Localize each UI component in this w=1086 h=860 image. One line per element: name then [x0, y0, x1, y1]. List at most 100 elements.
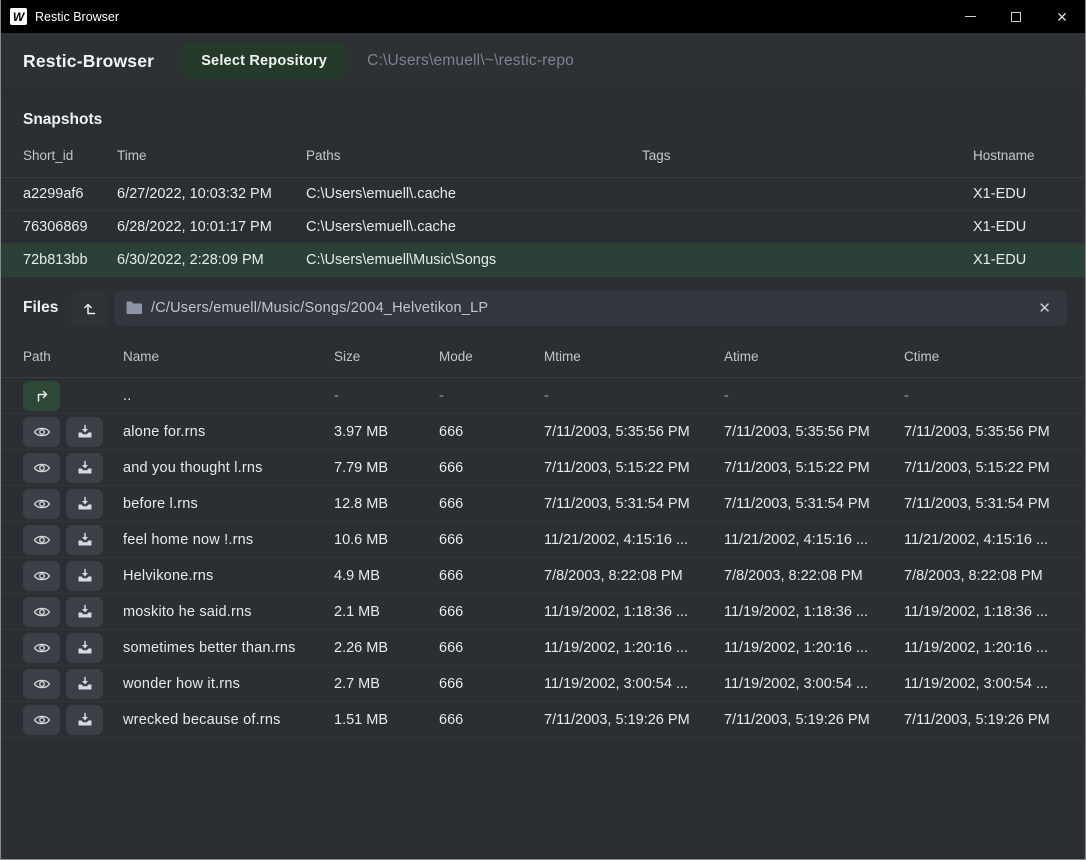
- file-size: 10.6 MB: [334, 532, 439, 548]
- file-mtime: 11/19/2002, 1:18:36 ...: [544, 604, 724, 620]
- file-atime: 11/19/2002, 1:18:36 ...: [724, 604, 904, 620]
- preview-file-button[interactable]: [23, 633, 60, 663]
- download-file-button[interactable]: [66, 525, 103, 555]
- snapshot-row[interactable]: a2299af6 6/27/2022, 10:03:32 PM C:\Users…: [1, 178, 1085, 211]
- preview-file-button[interactable]: [23, 489, 60, 519]
- file-atime: 7/11/2003, 5:31:54 PM: [724, 496, 904, 512]
- preview-file-button[interactable]: [23, 561, 60, 591]
- file-mode: 666: [439, 712, 544, 728]
- select-repository-button[interactable]: Select Repository: [182, 43, 346, 79]
- file-row[interactable]: sometimes better than.rns 2.26 MB 666 11…: [1, 630, 1085, 666]
- file-mode: 666: [439, 460, 544, 476]
- snapshot-row[interactable]: 72b813bb 6/30/2022, 2:28:09 PM C:\Users\…: [1, 244, 1085, 277]
- file-mode: 666: [439, 496, 544, 512]
- download-icon: [77, 460, 93, 475]
- file-mode: 666: [439, 568, 544, 584]
- file-row[interactable]: and you thought l.rns 7.79 MB 666 7/11/2…: [1, 450, 1085, 486]
- parent-directory-row[interactable]: .. - - - - -: [1, 378, 1085, 414]
- file-mtime: 7/11/2003, 5:15:22 PM: [544, 460, 724, 476]
- file-name: moskito he said.rns: [123, 604, 334, 620]
- files-table-header: Path Name Size Mode Mtime Atime Ctime: [1, 336, 1085, 378]
- file-size: 12.8 MB: [334, 496, 439, 512]
- files-path-bar[interactable]: /C/Users/emuell/Music/Songs/2004_Helveti…: [114, 291, 1067, 326]
- download-icon: [77, 424, 93, 439]
- file-size: 4.9 MB: [334, 568, 439, 584]
- file-atime: 7/11/2003, 5:19:26 PM: [724, 712, 904, 728]
- file-row[interactable]: moskito he said.rns 2.1 MB 666 11/19/200…: [1, 594, 1085, 630]
- download-file-button[interactable]: [66, 597, 103, 627]
- snapshot-time: 6/28/2022, 10:01:17 PM: [117, 219, 306, 235]
- snapshot-hostname: X1-EDU: [973, 219, 1063, 235]
- file-ctime: 7/11/2003, 5:31:54 PM: [904, 496, 1063, 512]
- snapshots-heading: Snapshots: [1, 90, 1085, 133]
- file-mtime: 7/11/2003, 5:19:26 PM: [544, 712, 724, 728]
- file-atime: 7/11/2003, 5:35:56 PM: [724, 424, 904, 440]
- download-file-button[interactable]: [66, 453, 103, 483]
- files-col-size: Size: [334, 349, 439, 364]
- close-button[interactable]: ✕: [1039, 0, 1085, 33]
- file-row[interactable]: alone for.rns 3.97 MB 666 7/11/2003, 5:3…: [1, 414, 1085, 450]
- preview-file-button[interactable]: [23, 453, 60, 483]
- file-row[interactable]: wrecked because of.rns 1.51 MB 666 7/11/…: [1, 702, 1085, 738]
- file-name: and you thought l.rns: [123, 460, 334, 476]
- file-atime: 7/11/2003, 5:15:22 PM: [724, 460, 904, 476]
- snapshot-row[interactable]: 76306869 6/28/2022, 10:01:17 PM C:\Users…: [1, 211, 1085, 244]
- preview-file-button[interactable]: [23, 525, 60, 555]
- download-file-button[interactable]: [66, 705, 103, 735]
- download-icon: [77, 604, 93, 619]
- parent-directory-ctime: -: [904, 388, 1063, 404]
- preview-file-button[interactable]: [23, 597, 60, 627]
- file-row[interactable]: before l.rns 12.8 MB 666 7/11/2003, 5:31…: [1, 486, 1085, 522]
- clear-path-icon[interactable]: ✕: [1034, 297, 1055, 319]
- snapshots-table-header: Short_id Time Paths Tags Hostname: [1, 133, 1085, 178]
- files-bar: Files /C/Users/emuell/Music/Songs/2004_H…: [1, 290, 1085, 326]
- file-size: 7.79 MB: [334, 460, 439, 476]
- minimize-button[interactable]: [947, 0, 993, 33]
- maximize-button[interactable]: [993, 0, 1039, 33]
- file-mtime: 7/11/2003, 5:35:56 PM: [544, 424, 724, 440]
- file-mtime: 7/8/2003, 8:22:08 PM: [544, 568, 724, 584]
- download-icon: [77, 640, 93, 655]
- download-file-button[interactable]: [66, 561, 103, 591]
- file-name: alone for.rns: [123, 424, 334, 440]
- go-up-level-button[interactable]: [71, 291, 108, 326]
- open-parent-directory-button[interactable]: [23, 381, 60, 411]
- file-size: 2.1 MB: [334, 604, 439, 620]
- eye-icon: [33, 533, 51, 547]
- eye-icon: [33, 713, 51, 727]
- file-atime: 11/19/2002, 1:20:16 ...: [724, 640, 904, 656]
- preview-file-button[interactable]: [23, 417, 60, 447]
- close-icon: ✕: [1056, 10, 1068, 24]
- files-table-body: alone for.rns 3.97 MB 666 7/11/2003, 5:3…: [1, 414, 1085, 738]
- parent-directory-atime: -: [724, 388, 904, 404]
- file-size: 3.97 MB: [334, 424, 439, 440]
- file-row[interactable]: feel home now !.rns 10.6 MB 666 11/21/20…: [1, 522, 1085, 558]
- snapshot-short-id: a2299af6: [23, 186, 117, 202]
- minimize-icon: [965, 16, 976, 17]
- files-col-mtime: Mtime: [544, 349, 724, 364]
- files-heading: Files: [23, 299, 71, 317]
- download-file-button[interactable]: [66, 417, 103, 447]
- file-ctime: 11/19/2002, 1:18:36 ...: [904, 604, 1063, 620]
- file-row[interactable]: Helvikone.rns 4.9 MB 666 7/8/2003, 8:22:…: [1, 558, 1085, 594]
- file-ctime: 11/21/2002, 4:15:16 ...: [904, 532, 1063, 548]
- parent-directory-mtime: -: [544, 388, 724, 404]
- up-level-arrow-icon: [82, 300, 98, 316]
- snapshot-paths: C:\Users\emuell\.cache: [306, 186, 642, 202]
- file-row[interactable]: wonder how it.rns 2.7 MB 666 11/19/2002,…: [1, 666, 1085, 702]
- snapshots-col-time: Time: [117, 148, 306, 163]
- files-path-value: /C/Users/emuell/Music/Songs/2004_Helveti…: [151, 300, 1034, 316]
- file-name: wonder how it.rns: [123, 676, 334, 692]
- parent-directory-size: -: [334, 388, 439, 404]
- download-file-button[interactable]: [66, 489, 103, 519]
- title-bar: W Restic Browser ✕: [1, 0, 1085, 33]
- files-col-mode: Mode: [439, 349, 544, 364]
- preview-file-button[interactable]: [23, 669, 60, 699]
- snapshots-col-tags: Tags: [642, 148, 973, 163]
- download-file-button[interactable]: [66, 669, 103, 699]
- download-icon: [77, 568, 93, 583]
- preview-file-button[interactable]: [23, 705, 60, 735]
- download-icon: [77, 712, 93, 727]
- snapshot-time: 6/27/2022, 10:03:32 PM: [117, 186, 306, 202]
- download-file-button[interactable]: [66, 633, 103, 663]
